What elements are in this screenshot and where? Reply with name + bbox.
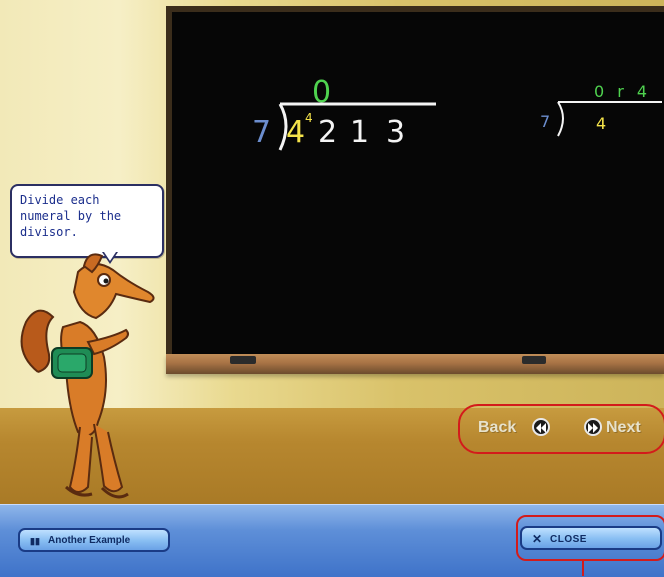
- back-icon-graphic: [536, 423, 546, 433]
- chalkboard: [172, 12, 664, 356]
- next-icon[interactable]: [584, 418, 602, 436]
- close-button[interactable]: ✕ CLOSE: [520, 526, 662, 550]
- dividend-digit-3: 1: [350, 115, 370, 150]
- next-icon-graphic: [588, 423, 598, 433]
- division-bracket-right: [557, 101, 662, 137]
- close-label: CLOSE: [550, 534, 587, 545]
- eraser-right: [522, 356, 546, 364]
- dividend-right: 4: [596, 114, 607, 133]
- divisor-right: 7: [540, 112, 551, 131]
- dividend-digit-1: 4: [286, 115, 306, 150]
- dividend-digit-2: 2: [318, 115, 338, 150]
- another-example-button[interactable]: ▮▮ Another Example: [18, 528, 170, 552]
- quotient-right: 0 r 4: [594, 84, 651, 100]
- back-button[interactable]: Back: [478, 420, 516, 436]
- divisor-left: 7: [252, 115, 272, 150]
- next-button[interactable]: Next: [606, 420, 641, 436]
- close-icon: ✕: [532, 532, 543, 546]
- anteater-illustration: [20, 253, 155, 499]
- bar-chart-icon: ▮▮: [30, 536, 40, 546]
- another-example-label: Another Example: [48, 535, 131, 546]
- eraser-left: [230, 356, 256, 364]
- annotation-line: [582, 560, 584, 576]
- back-icon[interactable]: [532, 418, 550, 436]
- carry-superscript: 4: [305, 111, 313, 125]
- dividend-digit-4: 3: [386, 115, 406, 150]
- quotient-right-text: 0 r 4: [594, 82, 652, 101]
